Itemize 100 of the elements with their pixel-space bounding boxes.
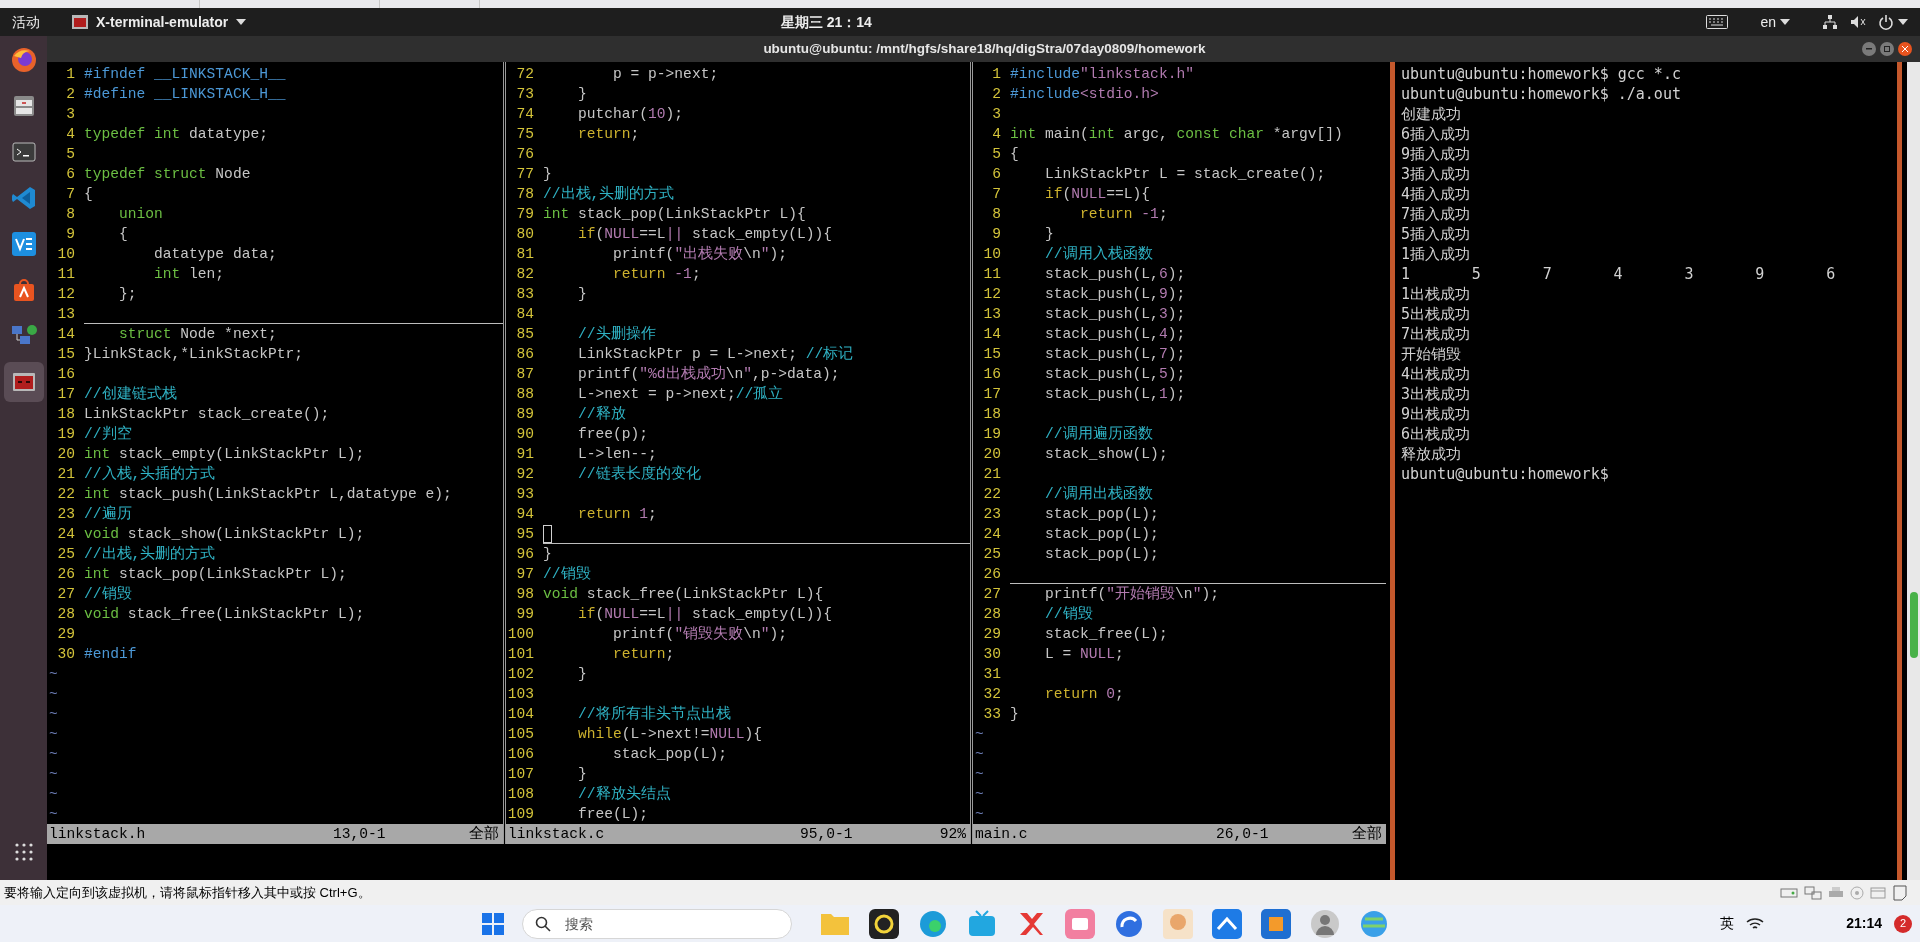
code-line: return; — [577, 125, 641, 144]
line-number: 24 — [56, 525, 76, 544]
code-line: int stack_pop(LinkStackPtr L); — [84, 565, 348, 584]
code-line: //销毁 — [84, 585, 133, 604]
status-scroll: 全部 — [468, 824, 500, 844]
line-number: 27 — [982, 585, 1002, 604]
browser-icon[interactable] — [918, 908, 948, 939]
message-icon[interactable] — [1892, 884, 1908, 901]
activities-button[interactable]: 活动 — [12, 11, 40, 33]
printer-icon[interactable] — [1828, 885, 1844, 900]
app-icon[interactable] — [869, 908, 899, 939]
code-line: //入栈,头插的方式 — [84, 464, 217, 484]
minimize-button[interactable] — [1862, 42, 1876, 56]
line-number: 20 — [56, 445, 76, 464]
code-line: int stack_empty(LinkStackPtr L); — [84, 445, 366, 464]
code-line: union — [118, 205, 164, 224]
terminal-line: 3插入成功 — [1401, 164, 1472, 184]
language-menu[interactable]: en — [1760, 11, 1790, 33]
power-icon[interactable] — [1878, 14, 1894, 30]
line-number: 89 — [515, 405, 535, 424]
line-number: 32 — [982, 685, 1002, 704]
notification-badge[interactable]: 2 — [1894, 914, 1912, 933]
network-icon[interactable] — [1822, 14, 1838, 30]
line-number: 21 — [56, 465, 76, 484]
clock[interactable]: 星期三 21：14 — [780, 11, 872, 33]
code-line: LinkStackPtr stack_create(); — [84, 405, 331, 424]
line-number: 15 — [982, 345, 1002, 364]
line-number: 86 — [515, 345, 535, 364]
line-number: 7 — [65, 185, 76, 204]
line-number: 13 — [56, 305, 76, 324]
volume-icon[interactable] — [1850, 14, 1866, 30]
code-line: void stack_free(LinkStackPtr L); — [84, 605, 366, 624]
empty-line-tilde: ~ — [48, 745, 58, 764]
taskbar-clock[interactable]: 21:14 — [1846, 913, 1882, 934]
output-value: 6 — [1826, 264, 1837, 284]
user-avatar-icon[interactable] — [1310, 908, 1340, 939]
code-line: //遍历 — [84, 504, 133, 524]
line-number: 88 — [515, 385, 535, 404]
line-number: 82 — [515, 265, 535, 284]
code-line: return -1; — [1079, 205, 1169, 224]
caret-icon[interactable] — [1898, 19, 1908, 25]
code-line: struct Node *next; — [118, 325, 278, 344]
line-number: 23 — [982, 505, 1002, 524]
keyboard-icon[interactable] — [1706, 15, 1729, 29]
terminal-line: 3出栈成功 — [1401, 384, 1472, 404]
line-number: 21 — [982, 465, 1002, 484]
line-number: 19 — [56, 425, 76, 444]
empty-line-tilde: ~ — [974, 725, 984, 744]
terminal-line: 4出栈成功 — [1401, 364, 1472, 384]
code-line: stack_push(L,7); — [1044, 345, 1187, 364]
code-line: stack_free(L); — [1044, 625, 1169, 644]
code-line: //出栈,头删的方式 — [543, 184, 676, 204]
line-number: 30 — [982, 645, 1002, 664]
wifi-icon[interactable] — [1746, 916, 1765, 931]
code-line: { — [118, 225, 129, 244]
line-number: 80 — [515, 225, 535, 244]
line-number: 16 — [982, 365, 1002, 384]
code-line: stack_pop(L); — [1044, 545, 1160, 564]
empty-line-tilde: ~ — [974, 805, 984, 824]
code-line: stack_push(L,3); — [1044, 305, 1187, 324]
line-number: 4 — [65, 125, 76, 144]
tv-icon[interactable] — [967, 908, 997, 939]
status-file-name: main.c — [974, 825, 1029, 844]
code-line: if(NULL==L|| stack_empty(L)){ — [577, 225, 834, 244]
code-line: L->len--; — [577, 445, 658, 464]
drive-icon[interactable] — [1780, 885, 1798, 900]
search-icon — [535, 915, 551, 932]
maximize-button[interactable] — [1880, 42, 1894, 56]
line-number: 6 — [65, 165, 76, 184]
line-number: 28 — [56, 605, 76, 624]
line-number: 78 — [515, 185, 535, 204]
line-number: 93 — [515, 485, 535, 504]
input-method-indicator[interactable]: 英 — [1720, 913, 1735, 934]
empty-line-tilde: ~ — [48, 725, 58, 744]
empty-line-tilde: ~ — [48, 765, 58, 784]
line-number: 72 — [515, 65, 535, 84]
status-position: 95,0-1 — [800, 825, 854, 844]
line-number: 14 — [982, 325, 1002, 344]
search-field[interactable]: 搜索 — [522, 908, 792, 939]
network-adapter-icon[interactable] — [1804, 885, 1822, 900]
line-number: 1 — [991, 65, 1002, 84]
code-line: } — [577, 765, 588, 784]
code-line: LinkStackPtr L = stack_create(); — [1044, 165, 1327, 184]
browser-icon[interactable] — [1114, 908, 1144, 939]
code-line: } — [577, 665, 588, 684]
globe-icon[interactable] — [1359, 908, 1389, 939]
output-value: 7 — [1542, 264, 1553, 284]
dock-item[interactable] — [3, 362, 44, 402]
empty-line-tilde: ~ — [48, 685, 58, 704]
app-menu[interactable]: X-terminal-emulator — [72, 11, 247, 33]
code-line: //头删操作 — [577, 324, 657, 344]
code-line: typedef int datatype; — [84, 125, 269, 144]
terminal-line: 9插入成功 — [1401, 144, 1472, 164]
line-number: 100 — [506, 625, 535, 644]
close-button[interactable] — [1898, 42, 1912, 56]
output-value: 5 — [1471, 264, 1482, 284]
line-number: 108 — [506, 785, 535, 804]
code-line: printf("出栈失败\n"); — [612, 244, 788, 264]
code-line: //销毁 — [1044, 605, 1094, 624]
line-number: 17 — [982, 385, 1002, 404]
